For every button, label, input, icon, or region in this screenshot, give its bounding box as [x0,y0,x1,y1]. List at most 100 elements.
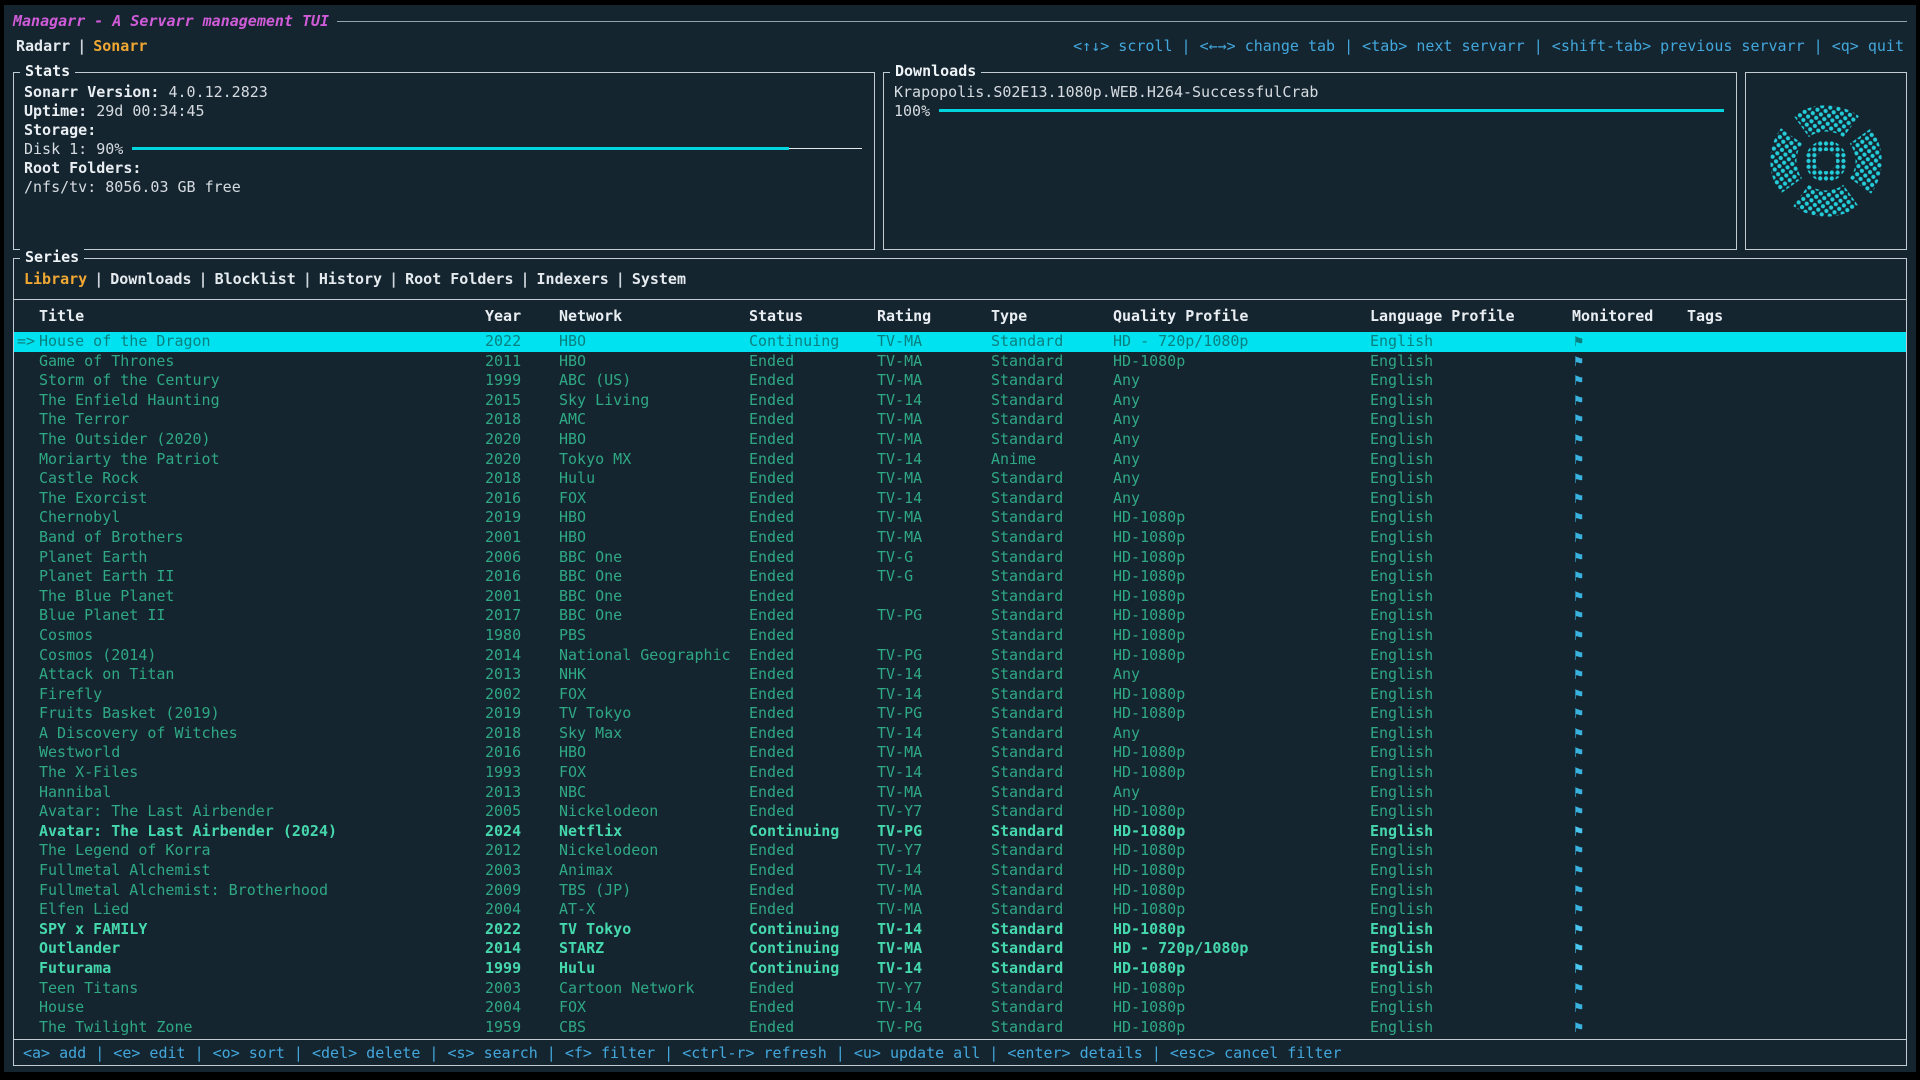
cell-year: 1999 [485,371,559,391]
column-header-network: Network [559,307,749,325]
series-tab-indexers[interactable]: Indexers [537,270,609,288]
cell-status: Ended [749,861,877,881]
table-row[interactable]: Attack on Titan2013NHKEndedTV-14Standard… [14,665,1906,685]
disk-label: Disk 1: 90% [24,140,123,158]
terminal-window: Managarr - A Servarr management TUI Rada… [4,5,1916,1072]
table-row[interactable]: Fullmetal Alchemist: Brotherhood2009TBS … [14,881,1906,901]
cell-language-profile: English [1370,332,1572,352]
table-row[interactable]: Moriarty the Patriot2020Tokyo MXEndedTV-… [14,450,1906,470]
series-tab-system[interactable]: System [632,270,686,288]
table-row[interactable]: Castle Rock2018HuluEndedTV-MAStandardAny… [14,469,1906,489]
table-row[interactable]: Hannibal2013NBCEndedTV-MAStandardAnyEngl… [14,783,1906,803]
table-row[interactable]: Outlander2014STARZContinuingTV-MAStandar… [14,939,1906,959]
table-row[interactable]: Firefly2002FOXEndedTV-14StandardHD-1080p… [14,685,1906,705]
table-row[interactable]: Game of Thrones2011HBOEndedTV-MAStandard… [14,352,1906,372]
table-row[interactable]: The X-Files1993FOXEndedTV-14StandardHD-1… [14,763,1906,783]
cell-year: 2017 [485,606,559,626]
cell-quality-profile: Any [1113,410,1370,430]
table-row[interactable]: Fruits Basket (2019)2019TV TokyoEndedTV-… [14,704,1906,724]
cell-language-profile: English [1370,606,1572,626]
table-row[interactable]: SPY x FAMILY2022TV TokyoContinuingTV-14S… [14,920,1906,940]
disk-usage-line: Disk 1: 90% [24,139,862,158]
cell-year: 2002 [485,685,559,705]
table-row[interactable]: Westworld2016HBOEndedTV-MAStandardHD-108… [14,743,1906,763]
table-row[interactable]: The Twilight Zone1959CBSEndedTV-PGStanda… [14,1018,1906,1038]
cell-network: Netflix [559,822,749,842]
cell-title: Blue Planet II [39,606,485,626]
cell-rating: TV-14 [877,685,991,705]
cell-quality-profile: HD-1080p [1113,685,1370,705]
column-header-title: Title [39,307,485,325]
table-row[interactable]: Teen Titans2003Cartoon NetworkEndedTV-Y7… [14,979,1906,999]
monitored-icon: ⚑ [1572,371,1687,391]
table-row[interactable]: Storm of the Century1999ABC (US)EndedTV-… [14,371,1906,391]
top-help-text: <↑↓> scroll | <←→> change tab | <tab> ne… [1073,37,1904,55]
cell-title: Teen Titans [39,979,485,999]
table-row[interactable]: The Exorcist2016FOXEndedTV-14StandardAny… [14,489,1906,509]
column-header-monitored: Monitored [1572,307,1687,325]
table-row[interactable]: Band of Brothers2001HBOEndedTV-MAStandar… [14,528,1906,548]
cell-language-profile: English [1370,1018,1572,1038]
monitored-icon: ⚑ [1572,900,1687,920]
series-tab-library[interactable]: Library [24,270,87,288]
monitored-icon: ⚑ [1572,802,1687,822]
cell-quality-profile: HD-1080p [1113,626,1370,646]
tab-separator: | [514,270,537,288]
cell-quality-profile: HD-1080p [1113,822,1370,842]
table-row[interactable]: The Legend of Korra2012NickelodeonEndedT… [14,841,1906,861]
table-row[interactable]: A Discovery of Witches2018Sky MaxEndedTV… [14,724,1906,744]
table-row[interactable]: House2004FOXEndedTV-14StandardHD-1080pEn… [14,998,1906,1018]
table-row[interactable]: Futurama1999HuluContinuingTV-14StandardH… [14,959,1906,979]
table-row[interactable]: Fullmetal Alchemist2003AnimaxEndedTV-14S… [14,861,1906,881]
table-row[interactable]: The Terror2018AMCEndedTV-MAStandardAnyEn… [14,410,1906,430]
cell-quality-profile: Any [1113,469,1370,489]
table-row[interactable]: Chernobyl2019HBOEndedTV-MAStandardHD-108… [14,508,1906,528]
servarr-tab-sonarr[interactable]: Sonarr [93,37,147,55]
table-row[interactable]: Cosmos (2014)2014National GeographicEnde… [14,646,1906,666]
cell-type: Standard [991,587,1113,607]
root-folders-label: Root Folders: [24,159,141,177]
cell-rating: TV-MA [877,783,991,803]
table-row[interactable]: Avatar: The Last Airbender (2024)2024Net… [14,822,1906,842]
cell-year: 2018 [485,469,559,489]
table-row[interactable]: Blue Planet II2017BBC OneEndedTV-PGStand… [14,606,1906,626]
table-row[interactable]: Cosmos1980PBSEndedStandardHD-1080pEnglis… [14,626,1906,646]
monitored-icon: ⚑ [1572,881,1687,901]
cell-language-profile: English [1370,841,1572,861]
series-tab-history[interactable]: History [319,270,382,288]
series-tab-downloads[interactable]: Downloads [110,270,191,288]
monitored-icon: ⚑ [1572,469,1687,489]
cell-rating: TV-MA [877,410,991,430]
cell-year: 2016 [485,489,559,509]
table-row[interactable]: Avatar: The Last Airbender2005Nickelodeo… [14,802,1906,822]
monitored-icon: ⚑ [1572,587,1687,607]
table-row[interactable]: The Outsider (2020)2020HBOEndedTV-MAStan… [14,430,1906,450]
cell-rating: TV-14 [877,489,991,509]
table-row[interactable]: Planet Earth II2016BBC OneEndedTV-GStand… [14,567,1906,587]
table-row[interactable]: Planet Earth2006BBC OneEndedTV-GStandard… [14,548,1906,568]
uptime-value: 29d 00:34:45 [96,102,204,120]
cell-title: Attack on Titan [39,665,485,685]
cell-quality-profile: Any [1113,430,1370,450]
table-row[interactable]: Elfen Lied2004AT-XEndedTV-MAStandardHD-1… [14,900,1906,920]
table-row[interactable]: The Enfield Haunting2015Sky LivingEndedT… [14,391,1906,411]
cell-title: House of the Dragon [39,332,485,352]
cell-status: Ended [749,1018,877,1038]
cell-type: Standard [991,352,1113,372]
series-tab-blocklist[interactable]: Blocklist [215,270,296,288]
table-row[interactable]: =>House of the Dragon2022HBOContinuingTV… [14,332,1906,352]
monitored-icon: ⚑ [1572,685,1687,705]
cell-language-profile: English [1370,587,1572,607]
cell-network: NBC [559,783,749,803]
cell-status: Ended [749,900,877,920]
logo-panel [1745,72,1907,250]
uptime-label: Uptime: [24,102,87,120]
cell-status: Ended [749,606,877,626]
series-tab-root-folders[interactable]: Root Folders [405,270,513,288]
table-row[interactable]: The Blue Planet2001BBC OneEndedStandardH… [14,587,1906,607]
cell-year: 2016 [485,567,559,587]
cell-network: AT-X [559,900,749,920]
monitored-icon: ⚑ [1572,450,1687,470]
cell-quality-profile: HD-1080p [1113,704,1370,724]
servarr-tab-radarr[interactable]: Radarr [16,37,70,55]
